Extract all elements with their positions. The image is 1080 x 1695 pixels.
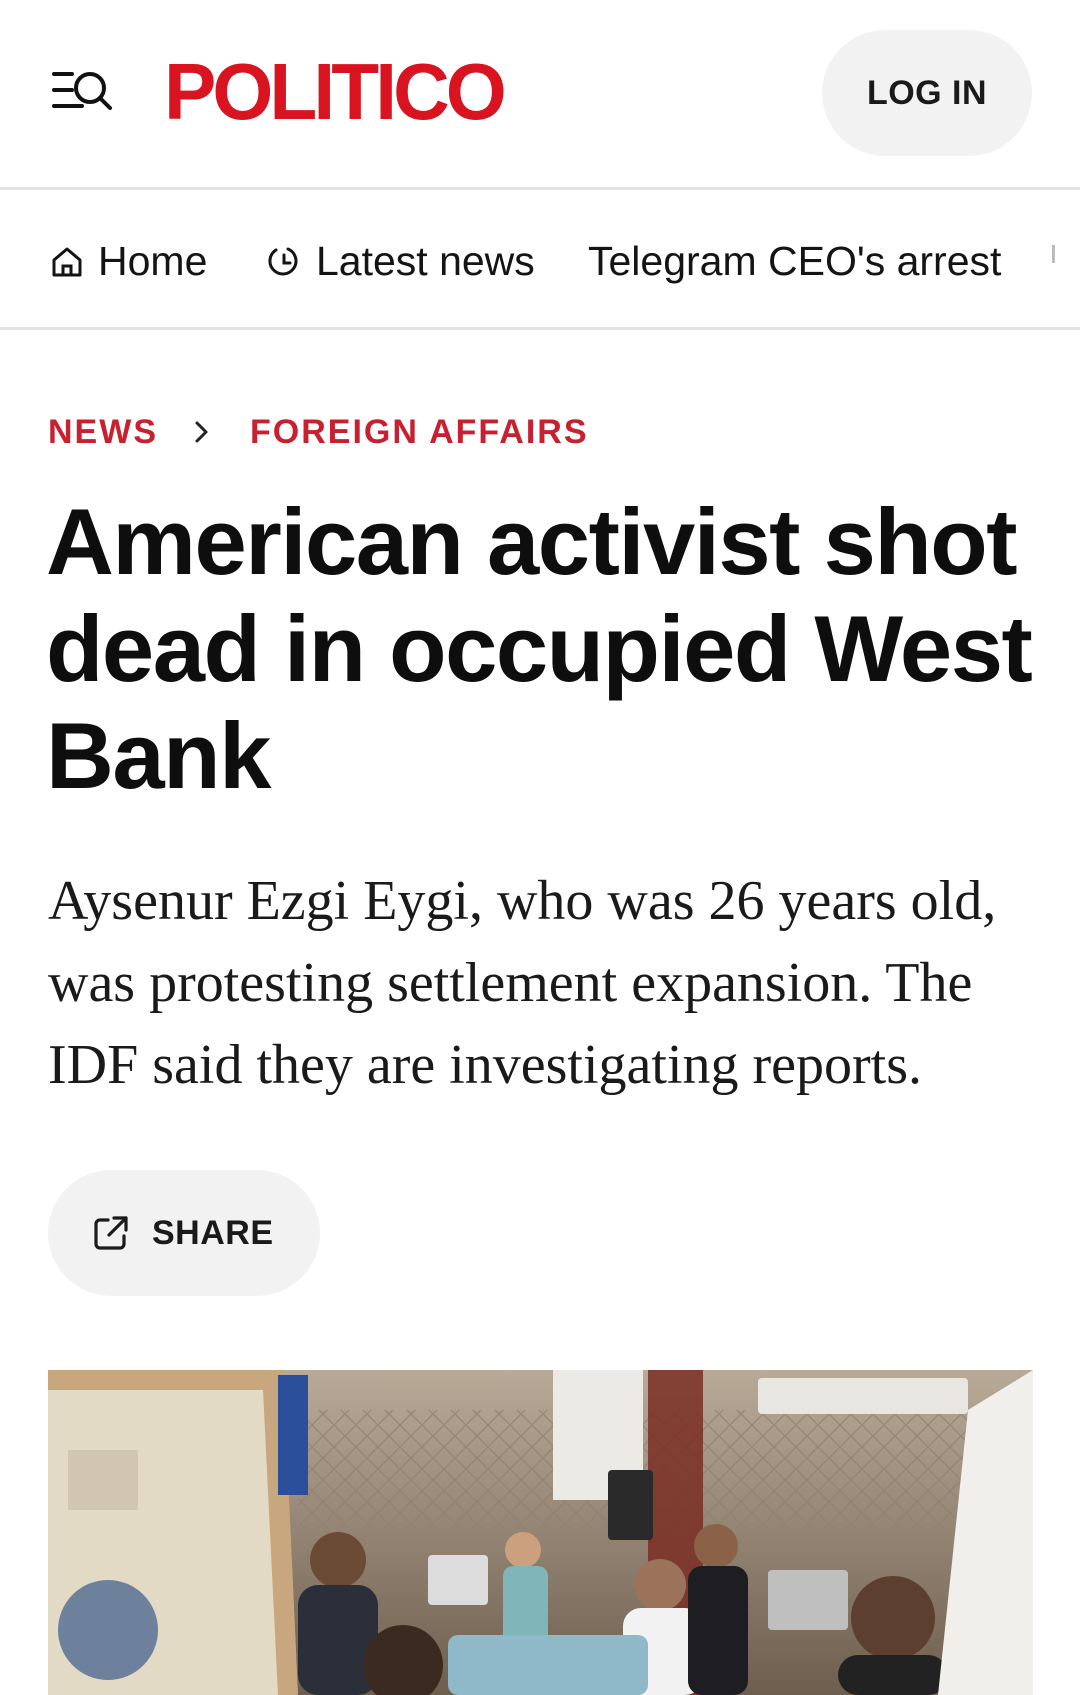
nav-item-label: Telegram CEO's arrest bbox=[588, 238, 1002, 284]
breadcrumb-foreign-affairs[interactable]: FOREIGN AFFAIRS bbox=[250, 413, 589, 452]
article-dek: Aysenur Ezgi Eygi, who was 26 years old,… bbox=[48, 870, 997, 1096]
nav-item-label: Home bbox=[98, 238, 208, 284]
site-header: POLITICO LOG IN bbox=[0, 0, 1080, 190]
home-icon bbox=[52, 247, 82, 276]
external-share-icon bbox=[94, 1216, 128, 1250]
nav-item-telegram-ceo-arrest[interactable]: Telegram CEO's arrest bbox=[588, 193, 1002, 327]
breadcrumb-news[interactable]: NEWS bbox=[48, 413, 158, 452]
nav-item-label: Latest news bbox=[316, 238, 535, 284]
article-headline: American activist shot dead in occupied … bbox=[46, 489, 1033, 808]
top-nav: Home Latest news Telegram CEO's arrest bbox=[0, 193, 1080, 330]
share-label: SHARE bbox=[152, 1213, 274, 1252]
nav-fade bbox=[1040, 193, 1080, 327]
site-logo[interactable]: POLITICO bbox=[164, 52, 507, 132]
refresh-icon bbox=[268, 247, 298, 275]
article-lead-photo[interactable] bbox=[48, 1370, 1033, 1695]
breadcrumb: NEWS FOREIGN AFFAIRS bbox=[48, 410, 589, 454]
nav-item-home[interactable]: Home bbox=[50, 193, 208, 327]
chevron-right-icon bbox=[194, 419, 210, 445]
login-button[interactable]: LOG IN bbox=[822, 30, 1032, 156]
share-button[interactable]: SHARE bbox=[48, 1170, 320, 1296]
menu-search-icon[interactable] bbox=[52, 64, 116, 120]
nav-item-latest-news[interactable]: Latest news bbox=[266, 193, 535, 327]
